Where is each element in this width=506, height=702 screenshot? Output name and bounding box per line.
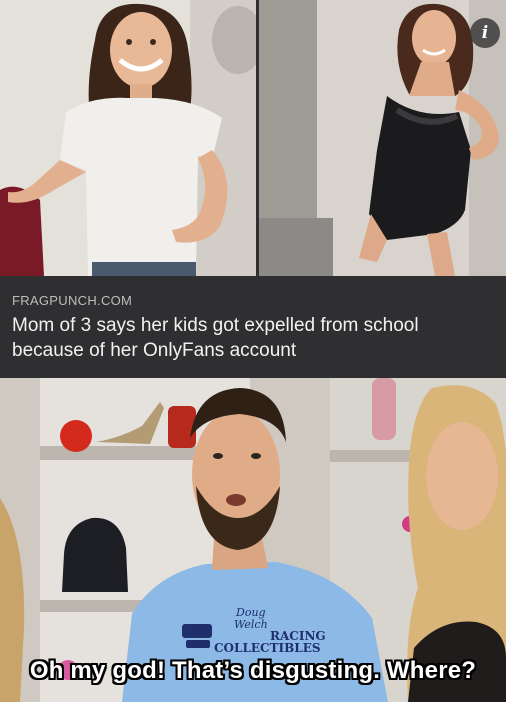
meme-caption: Oh my god! That’s disgusting. Where?	[29, 657, 477, 684]
article-source[interactable]: FRAGPUNCH.COM	[12, 293, 132, 308]
svg-text:Welch: Welch	[234, 618, 268, 631]
svg-text:COLLECTIBLES: COLLECTIBLES	[214, 641, 321, 655]
info-icon[interactable]: i	[470, 18, 500, 48]
article-headline[interactable]: Mom of 3 says her kids got expelled from…	[12, 313, 492, 363]
meme-image: Doug Welch RACING COLLECTIBLES	[0, 378, 506, 702]
news-card[interactable]: i FRAGPUNCH.COM Mom of 3 says her kids g…	[0, 0, 506, 378]
article-photo-right: i	[259, 0, 506, 276]
article-photo-left	[0, 0, 256, 276]
